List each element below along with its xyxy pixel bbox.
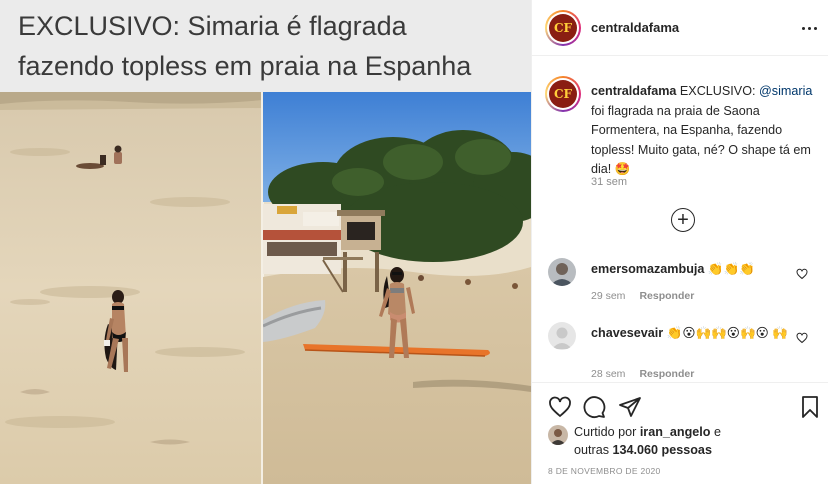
liker-username[interactable]: iran_angelo <box>640 425 711 439</box>
beach-photo-right <box>263 92 531 484</box>
reply-button[interactable]: Responder <box>639 368 694 380</box>
comment-icon[interactable] <box>582 395 606 419</box>
comment-time[interactable]: 29 sem <box>591 290 625 302</box>
avatar-logo: CF <box>549 80 577 108</box>
more-options-icon[interactable] <box>798 17 820 39</box>
post-side-panel: CF centraldafama CF centraldafama EXCLUS… <box>531 0 828 484</box>
comment-body: chavesevair 👏😮🙌🙌😮🙌😮 🙌 <box>591 324 791 343</box>
headline-line-2: fazendo topless em praia na Espanha <box>18 51 472 81</box>
paper-plane-icon[interactable] <box>618 395 642 419</box>
comment-avatar[interactable] <box>548 322 576 350</box>
comment-username[interactable]: chavesevair <box>591 326 663 340</box>
comment-avatar[interactable] <box>548 258 576 286</box>
liker-avatar[interactable] <box>548 425 568 445</box>
header-avatar[interactable]: CF <box>545 10 581 46</box>
avatar-logo: CF <box>549 14 577 42</box>
comment-username[interactable]: emersomazambuja <box>591 262 704 276</box>
likes-middle: e <box>710 425 722 439</box>
post-date[interactable]: 8 DE NOVEMBRO DE 2020 <box>548 466 661 476</box>
comment-meta: 29 sem Responder <box>591 290 694 302</box>
heart-icon[interactable] <box>796 268 808 280</box>
likes-count[interactable]: 134.060 pessoas <box>613 443 712 457</box>
image-headline: EXCLUSIVO: Simaria é flagrada fazendo to… <box>0 0 531 92</box>
caption-timestamp[interactable]: 31 sem <box>591 176 627 188</box>
comment-text: 👏👏👏 <box>704 262 755 276</box>
header-username[interactable]: centraldafama <box>591 20 679 35</box>
comment-time[interactable]: 28 sem <box>591 368 625 380</box>
caption-avatar[interactable]: CF <box>545 76 581 112</box>
beach-photo-left <box>0 92 263 484</box>
caption-username[interactable]: centraldafama <box>591 84 676 98</box>
heart-icon[interactable] <box>796 332 808 344</box>
comment-meta: 28 sem Responder <box>591 368 694 380</box>
comment-text: 👏😮🙌🙌😮🙌😮 🙌 <box>663 326 788 340</box>
heart-icon[interactable] <box>548 395 572 419</box>
caption-text-after: foi flagrada na praia de Saona Formenter… <box>591 103 811 177</box>
post-image[interactable]: EXCLUSIVO: Simaria é flagrada fazendo to… <box>0 0 531 484</box>
likes-prefix: Curtido por <box>574 425 640 439</box>
caption-text-before: EXCLUSIVO: <box>676 84 759 98</box>
headline-line-1: EXCLUSIVO: Simaria é flagrada <box>18 11 407 41</box>
comment-body: emersomazambuja 👏👏👏 <box>591 260 791 279</box>
bookmark-icon[interactable] <box>798 395 822 419</box>
likes-line2-prefix: outras <box>574 443 613 457</box>
likes-text[interactable]: Curtido por iran_angelo e outras 134.060… <box>574 423 814 459</box>
plus-circle-icon: + <box>677 209 689 231</box>
post-header: CF centraldafama <box>532 0 828 56</box>
caption-mention-link[interactable]: @simaria <box>759 84 812 98</box>
caption-text: centraldafama EXCLUSIVO: @simaria foi fl… <box>591 82 816 180</box>
reply-button[interactable]: Responder <box>639 290 694 302</box>
post-actions: Curtido por iran_angelo e outras 134.060… <box>532 382 828 484</box>
load-more-comments-button[interactable]: + <box>671 208 695 232</box>
